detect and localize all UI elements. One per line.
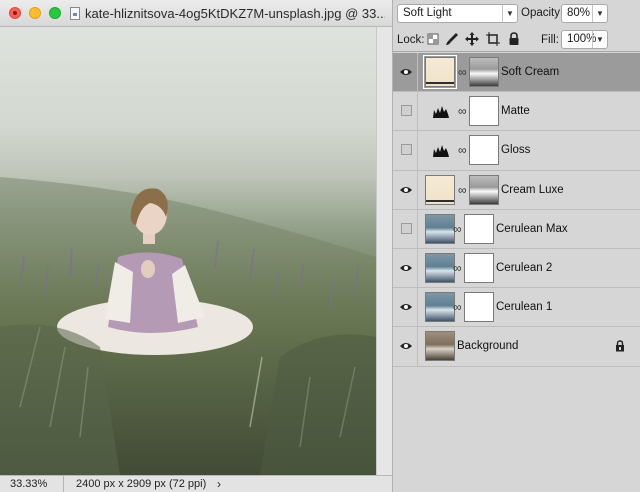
fill-label: Fill: [541, 34, 559, 46]
zoom-level-field[interactable]: 33.33% [4, 477, 58, 491]
layers-empty-area[interactable] [393, 367, 640, 492]
document-title: kate-hliznitsova-4og5KtDKZ7M-unsplash.jp… [85, 6, 385, 21]
column-divider [417, 209, 418, 249]
blend-opacity-row: Soft Light ▼ Opacity: 80% ▼ [393, 0, 640, 27]
lock-all-icon[interactable] [507, 32, 521, 46]
column-divider [417, 131, 418, 171]
chain-link-icon[interactable]: ∞ [453, 261, 462, 275]
chevron-down-icon[interactable]: ▼ [592, 5, 607, 22]
minimize-window-button[interactable] [29, 7, 41, 19]
layer-row[interactable]: ∞ Cream Luxe [393, 170, 640, 210]
layer-thumbnail[interactable] [425, 331, 455, 362]
document-file-icon [70, 7, 80, 20]
layer-row[interactable]: ∞ Matte [393, 92, 640, 132]
lock-artboard-icon[interactable] [486, 32, 500, 46]
status-divider [63, 476, 64, 492]
visibility-toggle-off[interactable] [401, 105, 412, 117]
column-divider [417, 327, 418, 367]
chain-link-icon[interactable]: ∞ [458, 104, 467, 118]
layer-mask-thumbnail[interactable] [469, 57, 499, 87]
status-menu-arrow-icon[interactable]: › [217, 476, 221, 492]
layer-name: Cream Luxe [501, 183, 564, 196]
layer-name: Matte [501, 105, 530, 118]
image-canvas[interactable] [0, 27, 376, 475]
lock-position-icon[interactable] [465, 32, 479, 46]
layer-name: Background [457, 340, 519, 353]
chain-link-icon[interactable]: ∞ [458, 143, 467, 157]
column-divider [417, 170, 418, 210]
maximize-window-button[interactable] [49, 7, 61, 19]
layers-list: ∞ Soft Cream ∞ Matte ∞ Gloss ∞ Cream Lux… [393, 53, 640, 367]
lock-label: Lock: [397, 34, 425, 46]
eye-visibility-icon[interactable] [399, 67, 413, 77]
visibility-toggle-off[interactable] [401, 144, 412, 156]
vertical-scrollbar[interactable] [376, 27, 392, 475]
column-divider [417, 53, 418, 92]
layer-name: Cerulean 2 [496, 261, 553, 274]
layer-row[interactable]: ∞ Soft Cream [393, 53, 640, 93]
eye-visibility-icon[interactable] [399, 263, 413, 273]
chain-link-icon[interactable]: ∞ [453, 222, 462, 236]
layer-row[interactable]: ∞ Gloss [393, 131, 640, 171]
status-bar: 33.33% 2400 px x 2909 px (72 ppi) › [0, 475, 392, 492]
document-window: kate-hliznitsova-4og5KtDKZ7M-unsplash.jp… [0, 0, 392, 492]
layer-name: Cerulean Max [496, 222, 568, 235]
eye-visibility-icon[interactable] [399, 185, 413, 195]
layer-name: Soft Cream [501, 66, 560, 78]
opacity-value: 80% [567, 7, 591, 19]
column-divider [417, 248, 418, 288]
layer-mask-thumbnail[interactable] [469, 135, 499, 166]
layer-mask-thumbnail[interactable] [469, 96, 499, 127]
lock-icon [616, 340, 624, 352]
levels-adjustment-icon[interactable] [433, 104, 449, 119]
layer-thumbnail[interactable] [425, 213, 455, 244]
layers-panel: Soft Light ▼ Opacity: 80% ▼ Lock: Fill: … [392, 0, 640, 492]
layer-mask-thumbnail[interactable] [464, 252, 494, 283]
photo-illustration [0, 177, 376, 475]
levels-adjustment-icon[interactable] [433, 143, 449, 158]
chevron-down-icon: ▼ [502, 5, 517, 22]
layer-row[interactable]: ∞ Cerulean 1 [393, 288, 640, 328]
fill-field[interactable]: 100% ▼ [561, 30, 608, 49]
layer-name: Gloss [501, 144, 531, 157]
layer-thumbnail[interactable] [423, 55, 457, 89]
layer-mask-thumbnail[interactable] [464, 292, 494, 323]
layer-row[interactable]: ∞ Cerulean 2 [393, 248, 640, 289]
layer-thumbnail[interactable] [425, 252, 455, 283]
chain-link-icon[interactable]: ∞ [458, 183, 467, 197]
document-titlebar[interactable]: kate-hliznitsova-4og5KtDKZ7M-unsplash.jp… [0, 0, 392, 27]
visibility-toggle-off[interactable] [401, 222, 412, 234]
column-divider [417, 288, 418, 328]
eye-visibility-icon[interactable] [399, 341, 413, 351]
lock-fill-row: Lock: Fill: 100% ▼ [393, 27, 640, 52]
opacity-field[interactable]: 80% ▼ [561, 4, 608, 23]
close-window-button[interactable] [9, 7, 21, 19]
chevron-down-icon[interactable]: ▼ [592, 31, 607, 48]
column-divider [417, 92, 418, 132]
layer-mask-thumbnail[interactable] [464, 213, 494, 244]
chain-link-icon[interactable]: ∞ [458, 65, 467, 79]
chain-link-icon[interactable]: ∞ [453, 300, 462, 314]
layer-row[interactable]: ∞ Cerulean Max [393, 209, 640, 249]
lock-transparent-icon[interactable] [426, 32, 440, 46]
layer-row[interactable]: Background [393, 327, 640, 367]
layer-thumbnail[interactable] [425, 292, 455, 323]
lock-brush-icon[interactable] [445, 32, 459, 46]
opacity-label: Opacity: [521, 7, 564, 19]
layer-thumbnail[interactable] [425, 174, 455, 205]
blend-mode-value: Soft Light [403, 7, 452, 19]
eye-visibility-icon[interactable] [399, 302, 413, 312]
layer-name: Cerulean 1 [496, 301, 553, 314]
blend-mode-dropdown[interactable]: Soft Light ▼ [397, 4, 518, 23]
layer-mask-thumbnail[interactable] [469, 174, 499, 205]
document-size-info: 2400 px x 2909 px (72 ppi) [76, 478, 207, 490]
